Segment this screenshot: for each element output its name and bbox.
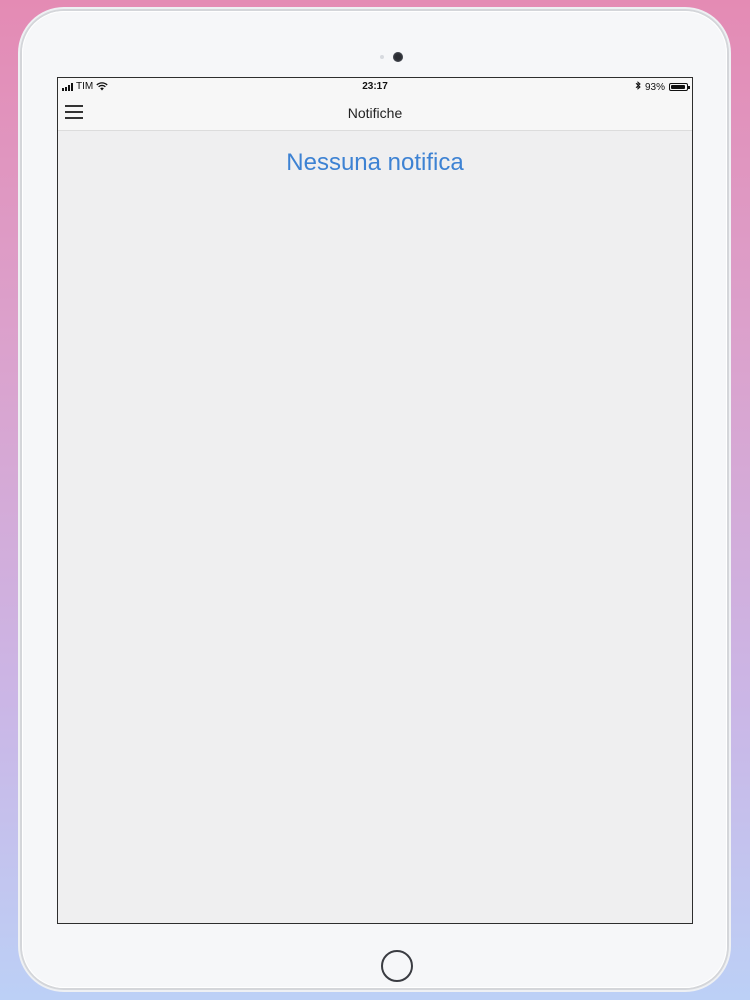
page-title: Notifiche: [347, 105, 403, 121]
front-camera: [393, 52, 403, 62]
status-bar: TIM 23:17 93%: [58, 78, 692, 96]
app-screen: TIM 23:17 93% Notifiche Nessuna notifica: [57, 77, 693, 924]
light-sensor: [380, 55, 384, 59]
status-time: 23:17: [362, 81, 388, 92]
status-right: 93%: [635, 81, 690, 93]
navigation-bar: Notifiche: [58, 96, 692, 131]
home-button[interactable]: [381, 950, 413, 982]
battery-fill: [671, 85, 685, 89]
bluetooth-icon: [635, 81, 641, 93]
battery-tip: [688, 86, 690, 89]
battery-percent: 93%: [644, 81, 665, 93]
empty-state-message: Nessuna notifica: [286, 149, 464, 176]
battery-icon: [669, 83, 690, 91]
